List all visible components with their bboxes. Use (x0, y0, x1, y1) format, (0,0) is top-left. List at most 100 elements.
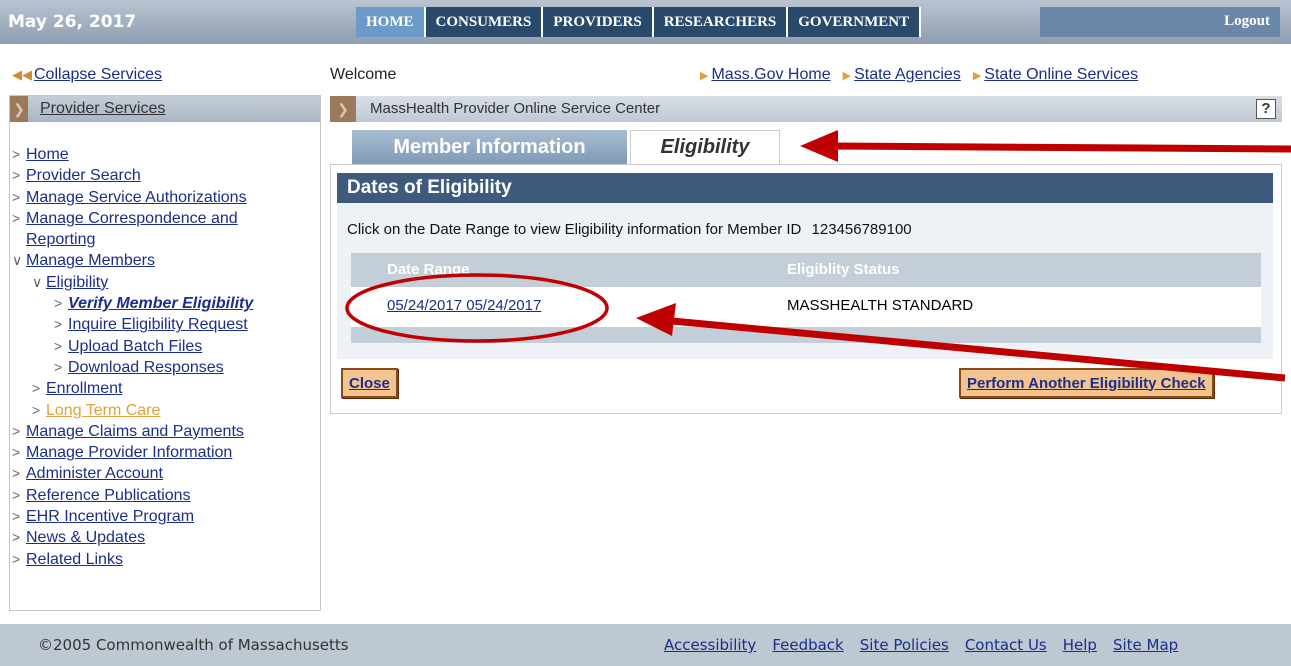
instruction-text: Click on the Date Range to view Eligibil… (347, 221, 912, 238)
state-online-services-link[interactable]: ▶ State Online Services (973, 66, 1138, 84)
breadcrumb: ❯ MassHealth Provider Online Service Cen… (330, 96, 1282, 122)
sidebar-item-label[interactable]: Manage Correspondence and (26, 210, 238, 227)
site-policies-link[interactable]: Site Policies (860, 636, 949, 654)
sidebar-item[interactable]: > Download Responses (10, 357, 253, 378)
help-link[interactable]: Help (1063, 636, 1097, 654)
chevron-right-icon: > (54, 316, 63, 333)
chevron-down-icon: ∨ (32, 273, 43, 290)
chevron-down-icon: ∨ (12, 252, 23, 269)
tab-member-information[interactable]: Member Information (352, 130, 627, 164)
chevron-right-icon: > (12, 209, 21, 226)
breadcrumb-label: MassHealth Provider Online Service Cente… (370, 100, 661, 117)
arrowhead-eligibility-tab (800, 130, 838, 162)
sidebar-item[interactable]: > Administer Account (10, 463, 253, 484)
sidebar-item-label[interactable]: Enrollment (46, 380, 122, 397)
sidebar-item[interactable]: > News & Updates (10, 527, 253, 548)
sidebar-item-label[interactable]: Home (26, 146, 69, 163)
sidebar-item-label[interactable]: EHR Incentive Program (26, 508, 194, 525)
sidebar-item-label[interactable]: Manage Claims and Payments (26, 423, 244, 440)
arrow-to-eligibility-tab (829, 142, 1291, 153)
chevron-right-icon: > (32, 401, 41, 418)
site-map-link[interactable]: Site Map (1113, 636, 1178, 654)
member-id: 123456789100 (811, 221, 912, 238)
accessibility-link[interactable]: Accessibility (664, 636, 756, 654)
sidebar-item-label[interactable]: Long Term Care (46, 402, 160, 419)
sidebar-item-label[interactable]: Manage Service Authorizations (26, 189, 247, 206)
sidebar-item[interactable]: > Inquire Eligibility Request (10, 314, 253, 335)
sidebar-item[interactable]: ∨ Manage Members (10, 250, 253, 271)
sidebar-item-label[interactable]: Verify Member Eligibility (68, 295, 253, 312)
chevron-right-icon: > (12, 444, 21, 461)
sidebar-item[interactable]: > Related Links (10, 549, 253, 570)
sidebar-item-label[interactable]: Inquire Eligibility Request (68, 316, 248, 333)
date-range-link[interactable]: 05/24/2017 05/24/2017 (387, 297, 541, 314)
chevron-right-icon: > (32, 380, 41, 397)
chevron-right-icon: > (12, 167, 21, 184)
tab-consumers[interactable]: CONSUMERS (425, 7, 544, 37)
sidebar-item[interactable]: > Verify Member Eligibility (10, 293, 253, 314)
eligibility-status: MASSHEALTH STANDARD (787, 297, 974, 314)
chevron-right-icon: ❯ (330, 96, 356, 122)
sidebar-item[interactable]: ∨ Eligibility (10, 272, 253, 293)
provider-services-label[interactable]: Provider Services (40, 100, 165, 118)
column-header-eligibility-status: Eligiblity Status (787, 261, 900, 278)
chevron-right-icon: > (12, 508, 21, 525)
copyright: ©2005 Commonwealth of Massachusetts (38, 636, 349, 654)
tab-providers[interactable]: PROVIDERS (543, 7, 654, 37)
mass-gov-home-link[interactable]: ▶ Mass.Gov Home (700, 66, 831, 84)
sidebar-item-label[interactable]: Manage Provider Information (26, 444, 232, 461)
tab-researchers[interactable]: RESEARCHERS (653, 7, 789, 37)
sidebar-item-label[interactable]: Provider Search (26, 167, 141, 184)
close-button[interactable]: Close (341, 368, 398, 398)
sidebar-item[interactable]: > Provider Search (10, 165, 253, 186)
top-bar: May 26, 2017 HOME CONSUMERS PROVIDERS RE… (0, 0, 1291, 44)
sidebar-item[interactable]: > Manage Service Authorizations (10, 187, 253, 208)
sidebar-item-label[interactable]: Administer Account (26, 465, 163, 482)
sidebar-item[interactable]: > EHR Incentive Program (10, 506, 253, 527)
chevron-right-icon: > (12, 188, 21, 205)
sidebar-item[interactable]: > Home (10, 144, 253, 165)
eligibility-box: Click on the Date Range to view Eligibil… (337, 203, 1273, 359)
sidebar-item[interactable]: > Upload Batch Files (10, 336, 253, 357)
collapse-services-link[interactable]: ◀◀ Collapse Services (12, 66, 162, 84)
tab-eligibility[interactable]: Eligibility (630, 130, 780, 164)
help-icon[interactable]: ? (1256, 99, 1276, 119)
welcome-text: Welcome (330, 66, 397, 83)
perform-another-check-button[interactable]: Perform Another Eligibility Check (959, 368, 1214, 398)
state-agencies-link[interactable]: ▶ State Agencies (843, 66, 961, 84)
triangle-right-icon: ▶ (972, 70, 982, 82)
chevron-right-icon: > (12, 550, 21, 567)
sidebar-item-label[interactable]: Upload Batch Files (68, 338, 202, 355)
chevron-right-icon: > (12, 146, 21, 162)
contact-us-link[interactable]: Contact Us (965, 636, 1047, 654)
chevron-right-icon: > (54, 295, 63, 312)
sidebar-item-label[interactable]: News & Updates (26, 529, 145, 546)
sidebar-item-label[interactable]: Related Links (26, 551, 123, 568)
provider-services-menu: > Home > Provider Search > Manage Service Aut… (10, 144, 253, 570)
sidebar-item-label[interactable]: Reporting (26, 231, 95, 248)
sidebar-item[interactable]: > Manage Provider Information (10, 442, 253, 463)
chevron-right-icon: > (54, 358, 63, 375)
sidebar-item-label[interactable]: Download Responses (68, 359, 224, 376)
logout-link[interactable]: Logout (1224, 13, 1270, 30)
sidebar-item[interactable]: > Manage Claims and Payments (10, 421, 253, 442)
sidebar-item[interactable]: Reporting (10, 229, 253, 250)
double-left-arrow-icon: ◀◀ (12, 67, 32, 82)
tab-home[interactable]: HOME (356, 7, 426, 37)
sidebar-item[interactable]: > Enrollment (10, 378, 253, 399)
sidebar-item-label[interactable]: Reference Publications (26, 487, 191, 504)
sidebar-item[interactable]: > Long Term Care (10, 400, 253, 421)
provider-services-header[interactable]: ❯ Provider Services (10, 96, 320, 122)
collapse-services-label[interactable]: Collapse Services (34, 66, 162, 83)
sidebar-item-label[interactable]: Manage Members (26, 252, 155, 269)
eligibility-panel: Dates of Eligibility Click on the Date R… (330, 164, 1282, 414)
tab-government[interactable]: GOVERNMENT (788, 7, 922, 37)
chevron-right-icon: > (12, 465, 21, 482)
sidebar-item-label[interactable]: Eligibility (46, 274, 108, 291)
chevron-right-icon: > (12, 486, 21, 503)
sidebar-item[interactable]: > Manage Correspondence and (10, 208, 253, 229)
footer: ©2005 Commonwealth of Massachusetts Acce… (0, 624, 1291, 666)
chevron-right-icon: ❯ (10, 96, 28, 122)
feedback-link[interactable]: Feedback (772, 636, 843, 654)
sidebar-item[interactable]: > Reference Publications (10, 485, 253, 506)
